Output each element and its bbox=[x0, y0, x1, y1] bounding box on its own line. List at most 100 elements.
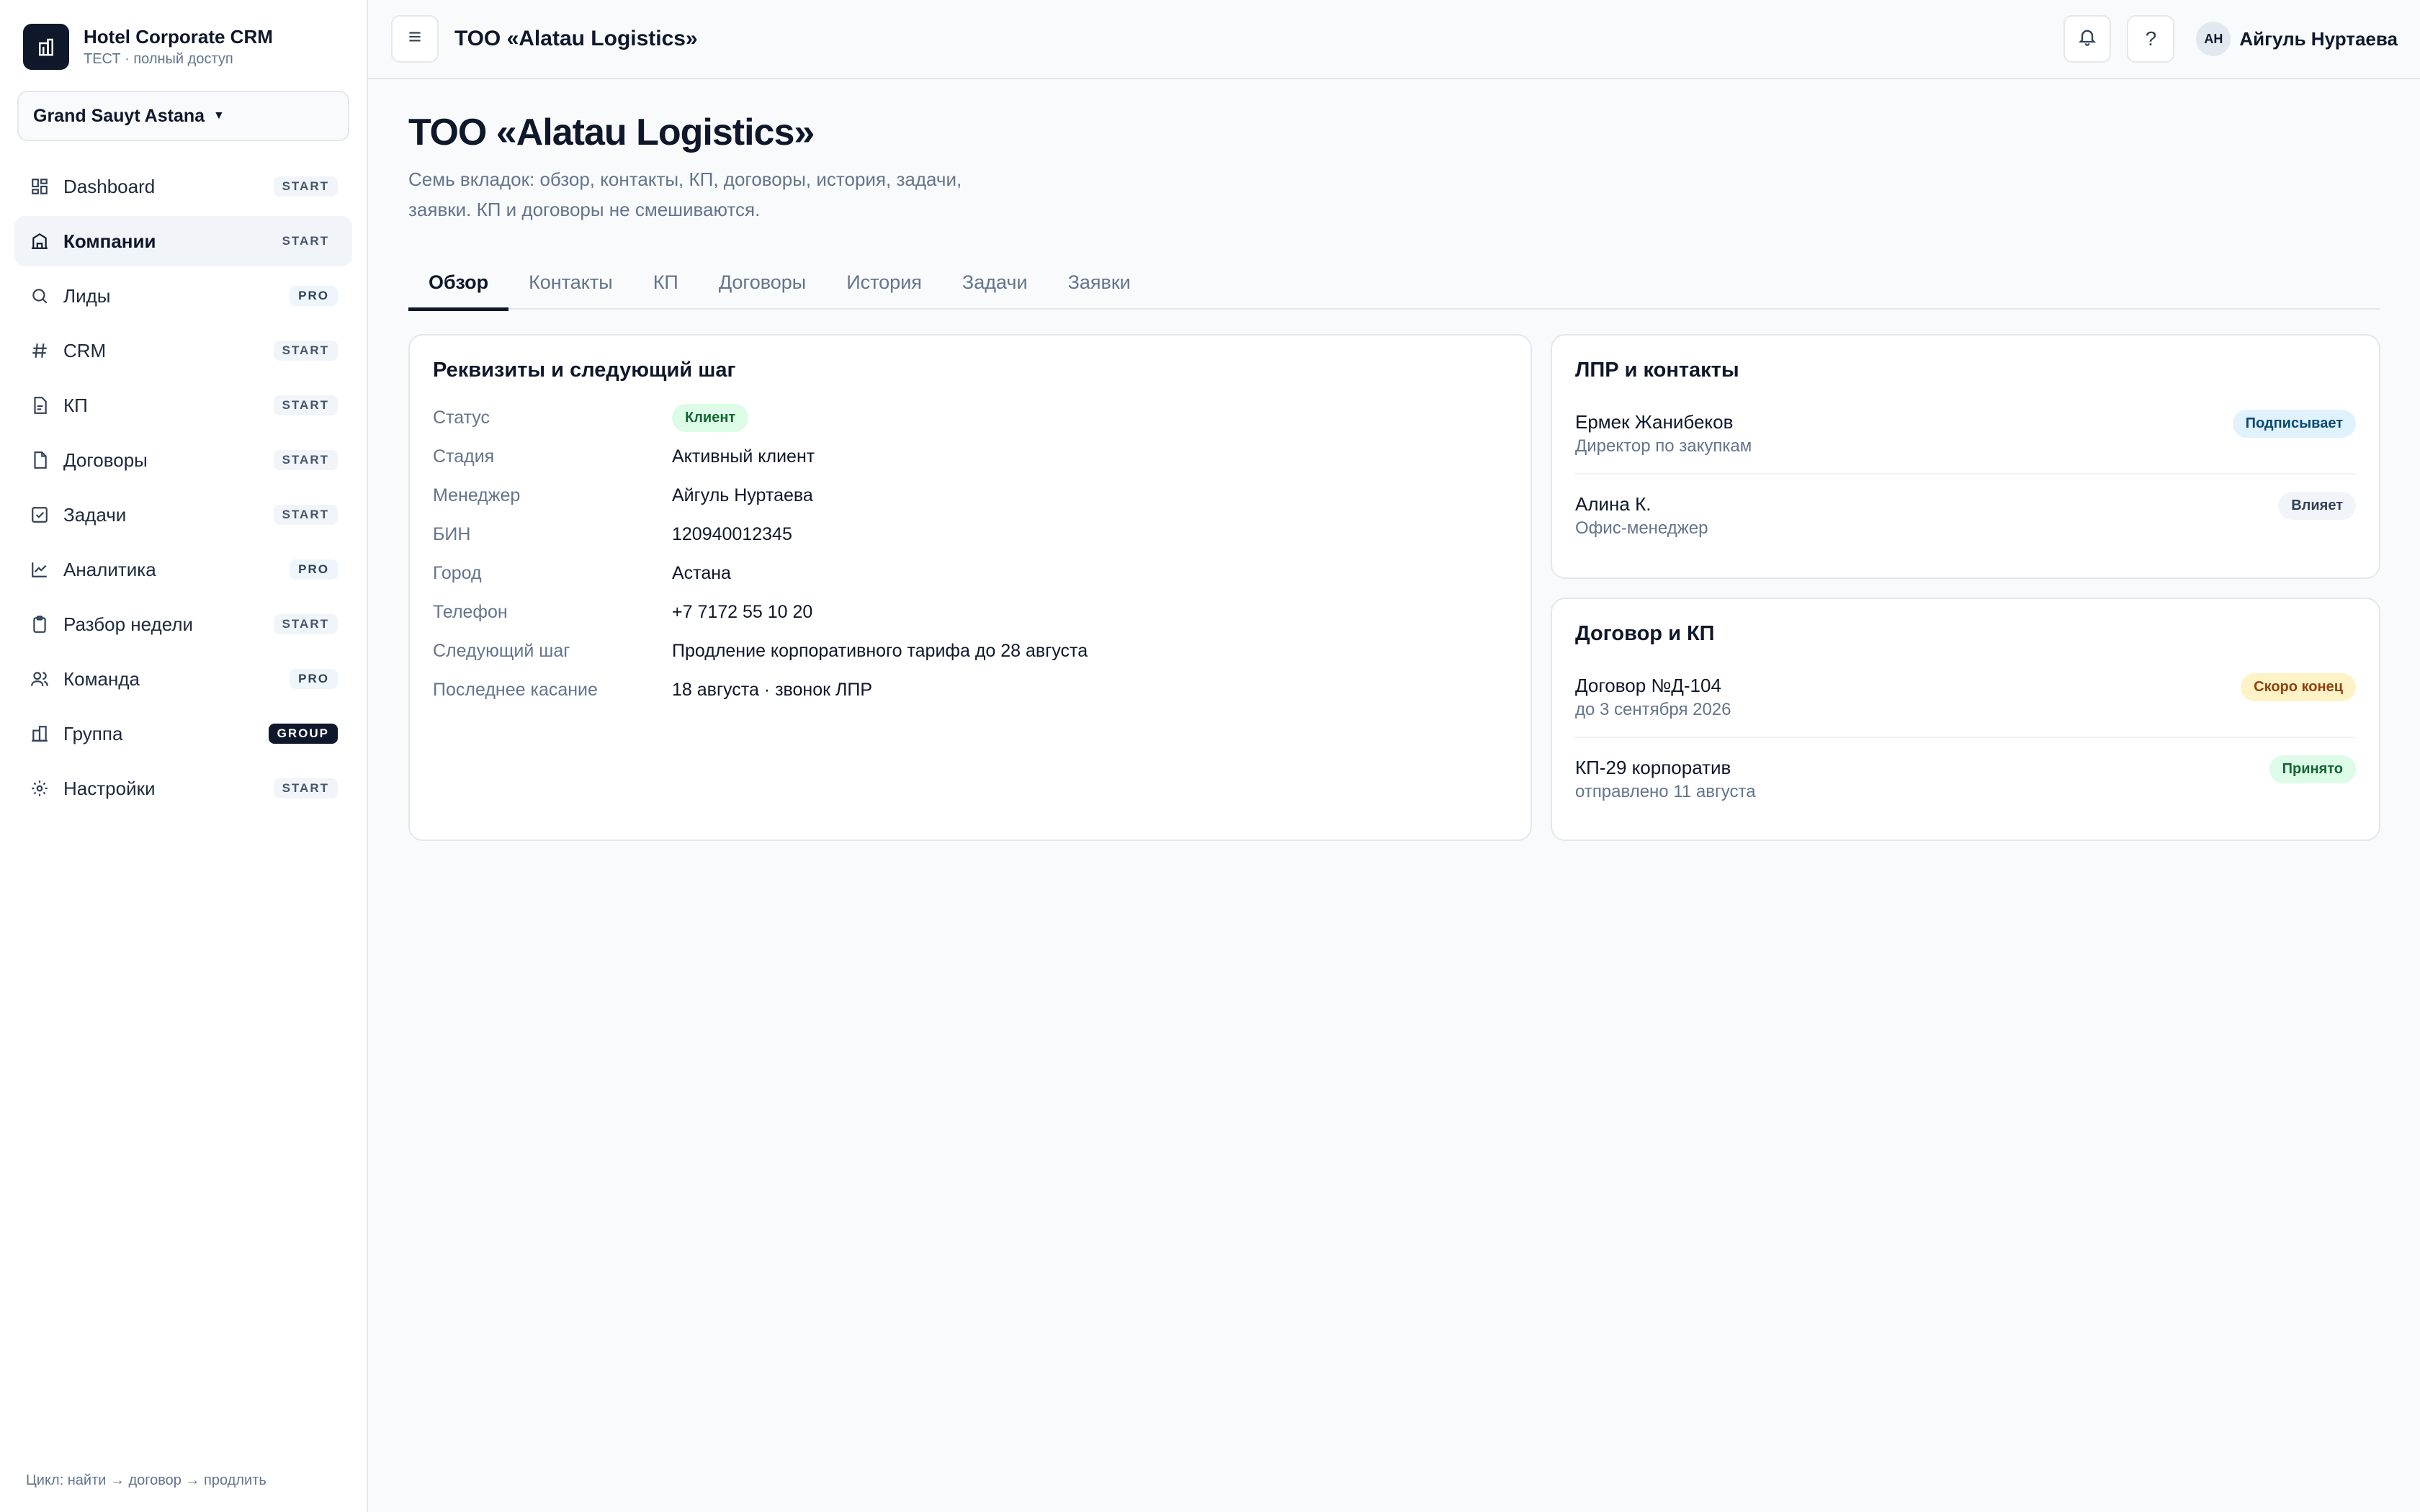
document-icon bbox=[29, 395, 50, 416]
contract-name: КП-29 корпоратив bbox=[1575, 757, 1731, 778]
contract-status-badge: Скоро конец bbox=[2241, 673, 2356, 701]
contact-name: Алина К. bbox=[1575, 493, 1652, 515]
building-icon bbox=[29, 230, 50, 252]
clipboard-icon bbox=[29, 613, 50, 635]
notifications-button[interactable] bbox=[2063, 15, 2112, 63]
detail-value: Астана bbox=[672, 562, 731, 583]
content: ТОО «Alatau Logistics» Семь вкладок: обз… bbox=[368, 79, 2420, 841]
tab-contracts[interactable]: Договоры bbox=[699, 255, 826, 310]
contract-sub: отправлено 11 августа bbox=[1575, 782, 1756, 801]
brand: Hotel Corporate CRM ТЕСТ · полный доступ bbox=[0, 0, 367, 71]
user-menu[interactable]: АН Айгуль Нуртаева bbox=[2196, 22, 2398, 56]
tier-badge: START bbox=[273, 450, 338, 470]
hotel-selector-value: Grand Sauyt Astana bbox=[33, 105, 205, 126]
tab-proposals[interactable]: КП bbox=[633, 255, 699, 310]
contacts-card: ЛПР и контакты Ермек Жанибеков Директор … bbox=[1551, 334, 2380, 579]
details-card: Реквизиты и следующий шаг Статус Клиент … bbox=[408, 334, 1532, 841]
sidebar-item-label: Компании bbox=[63, 230, 156, 252]
contact-role: Директор по закупкам bbox=[1575, 436, 1752, 456]
sidebar-item-group[interactable]: Группа GROUP bbox=[14, 708, 352, 759]
sidebar-item-label: КП bbox=[63, 394, 88, 416]
detail-label: Статус bbox=[433, 407, 490, 428]
sidebar-item-label: Лиды bbox=[63, 284, 111, 307]
tab-requests[interactable]: Заявки bbox=[1048, 255, 1151, 310]
tier-badge: START bbox=[273, 176, 338, 197]
detail-label: Стадия bbox=[433, 446, 495, 467]
status-badge: Клиент bbox=[672, 403, 749, 432]
sidebar-item-analytics[interactable]: Аналитика PRO bbox=[14, 544, 352, 595]
users-icon bbox=[29, 668, 50, 690]
tier-badge: START bbox=[273, 231, 338, 251]
card-title: ЛПР и контакты bbox=[1575, 359, 1739, 382]
contract-status-badge: Принято bbox=[2269, 755, 2356, 783]
sidebar-item-label: Аналитика bbox=[63, 558, 156, 580]
contact-item[interactable]: Алина К. Офис-менеджер Влияет bbox=[1575, 473, 2356, 555]
page-title: ТОО «Alatau Logistics» bbox=[408, 112, 815, 153]
detail-row: Телефон +7 7172 55 10 20 bbox=[433, 593, 1507, 631]
tab-overview[interactable]: Обзор bbox=[408, 255, 509, 311]
sidebar-item-contracts[interactable]: Договоры START bbox=[14, 435, 352, 485]
sidebar-item-tasks[interactable]: Задачи START bbox=[14, 490, 352, 540]
tier-badge: START bbox=[273, 614, 338, 634]
detail-value: Айгуль Нуртаева bbox=[672, 485, 813, 505]
sidebar: Hotel Corporate CRM ТЕСТ · полный доступ… bbox=[0, 0, 368, 1512]
menu-toggle-button[interactable] bbox=[391, 15, 439, 63]
card-title: Реквизиты и следующий шаг bbox=[433, 359, 736, 382]
detail-value: Активный клиент bbox=[672, 446, 815, 467]
detail-value: Продление корпоративного тарифа до 28 ав… bbox=[672, 640, 1088, 661]
sidebar-item-label: Настройки bbox=[63, 777, 156, 799]
contract-item[interactable]: Договор №Д-104 до 3 сентября 2026 Скоро … bbox=[1575, 662, 2356, 737]
contracts-card: Договор и КП Договор №Д-104 до 3 сентябр… bbox=[1551, 598, 2380, 841]
building-logo-icon bbox=[23, 24, 69, 70]
detail-row: БИН 120940012345 bbox=[433, 515, 1507, 554]
sidebar-item-team[interactable]: Команда PRO bbox=[14, 654, 352, 704]
detail-row: Статус Клиент bbox=[433, 398, 1507, 437]
file-icon bbox=[29, 449, 50, 471]
sidebar-item-settings[interactable]: Настройки START bbox=[14, 763, 352, 814]
contract-item[interactable]: КП-29 корпоратив отправлено 11 августа П… bbox=[1575, 737, 2356, 819]
sidebar-item-label: Группа bbox=[63, 722, 123, 744]
detail-label: Следующий шаг bbox=[433, 640, 570, 661]
detail-value: 18 августа · звонок ЛПР bbox=[672, 679, 873, 700]
checkbox-icon bbox=[29, 504, 50, 526]
contact-name: Ермек Жанибеков bbox=[1575, 411, 1734, 433]
tier-badge: START bbox=[273, 341, 338, 361]
tier-badge: START bbox=[273, 505, 338, 525]
sidebar-footer: Цикл: найти → договор → продлить bbox=[26, 1472, 266, 1488]
sidebar-item-weekly-review[interactable]: Разбор недели START bbox=[14, 599, 352, 649]
sidebar-item-leads[interactable]: Лиды PRO bbox=[14, 271, 352, 321]
search-icon bbox=[29, 285, 50, 307]
detail-label: Менеджер bbox=[433, 485, 521, 505]
tab-history[interactable]: История bbox=[826, 255, 942, 310]
detail-label: Город bbox=[433, 562, 482, 583]
app-title: Hotel Corporate CRM bbox=[84, 26, 273, 48]
detail-label: Последнее касание bbox=[433, 679, 598, 700]
contact-item[interactable]: Ермек Жанибеков Директор по закупкам Под… bbox=[1575, 398, 2356, 473]
page-description: Семь вкладок: обзор, контакты, КП, догов… bbox=[408, 168, 962, 220]
hotel-selector[interactable]: Grand Sauyt Astana ▼ bbox=[17, 91, 349, 141]
tier-badge: START bbox=[273, 778, 338, 798]
sidebar-item-dashboard[interactable]: Dashboard START bbox=[14, 161, 352, 212]
card-title: Договор и КП bbox=[1575, 622, 1715, 645]
role-badge: Влияет bbox=[2278, 492, 2356, 520]
app-subtitle: ТЕСТ · полный доступ bbox=[84, 51, 233, 67]
help-button[interactable]: ? bbox=[2127, 15, 2175, 63]
sidebar-item-label: Dashboard bbox=[63, 175, 156, 197]
bell-icon bbox=[2077, 27, 2097, 52]
help-icon: ? bbox=[2145, 27, 2157, 50]
sidebar-item-label: CRM bbox=[63, 339, 107, 361]
tab-contacts[interactable]: Контакты bbox=[508, 255, 633, 310]
tab-tasks[interactable]: Задачи bbox=[942, 255, 1048, 310]
role-badge: Подписывает bbox=[2232, 410, 2356, 438]
tier-badge: GROUP bbox=[268, 724, 338, 744]
sidebar-item-crm[interactable]: CRM START bbox=[14, 325, 352, 376]
topbar: ТОО «Alatau Logistics» ? АН Айгуль Нурта… bbox=[368, 0, 2420, 79]
contract-sub: до 3 сентября 2026 bbox=[1575, 700, 1731, 719]
sidebar-item-companies[interactable]: Компании START bbox=[14, 216, 352, 266]
avatar: АН bbox=[2196, 22, 2231, 56]
topbar-title: ТОО «Alatau Logistics» bbox=[454, 27, 698, 50]
sidebar-item-label: Договоры bbox=[63, 449, 148, 471]
sidebar-item-proposals[interactable]: КП START bbox=[14, 380, 352, 431]
detail-row: Менеджер Айгуль Нуртаева bbox=[433, 476, 1507, 515]
detail-row: Последнее касание 18 августа · звонок ЛП… bbox=[433, 670, 1507, 709]
